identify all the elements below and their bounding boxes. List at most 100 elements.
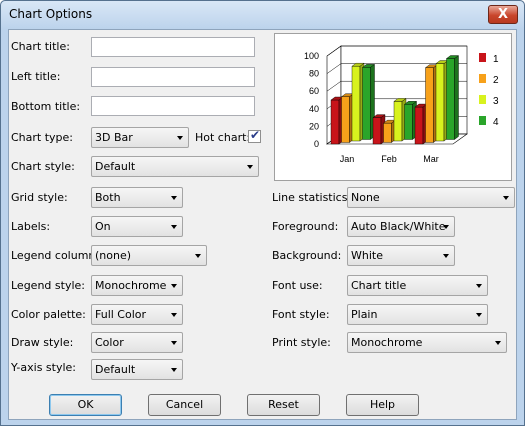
hot-chart-checkbox[interactable]: ✔ [248, 128, 261, 143]
checkmark-icon: ✔ [250, 128, 261, 142]
grid-style-label: Grid style: [11, 191, 68, 204]
labels-label: Labels: [11, 220, 51, 233]
foreground-value: Auto Black/White [351, 220, 446, 233]
chevron-down-icon [443, 225, 449, 229]
chart-bar [425, 67, 434, 143]
chart-type-label: Chart type: [11, 131, 74, 144]
labels-select[interactable]: On [91, 216, 183, 237]
chart-type-value: 3D Bar [95, 131, 133, 144]
close-icon: X [497, 7, 509, 22]
line-statistics-select[interactable]: None [347, 187, 515, 208]
color-palette-select[interactable]: Full Color [91, 304, 183, 325]
title-bar[interactable]: Chart Options X [1, 1, 524, 29]
chart-y-tick-label: 60 [309, 86, 319, 96]
color-palette-label: Color palette: [11, 308, 86, 321]
chart-legend-swatch [479, 53, 486, 62]
chart-legend-label: 1 [493, 54, 499, 65]
chart-x-tick-label: Jan [340, 154, 355, 164]
chart-y-tick-label: 80 [309, 69, 319, 79]
font-use-value: Chart title [351, 279, 407, 292]
chart-bar [351, 66, 361, 142]
chevron-down-icon [171, 225, 177, 229]
foreground-select[interactable]: Auto Black/White [347, 216, 455, 237]
background-value: White [351, 249, 383, 262]
chart-y-tick-label: 20 [309, 121, 319, 131]
y-axis-style-label: Y-axis style: [11, 361, 77, 374]
legend-style-value: Monochrome [95, 279, 167, 292]
chart-y-tick-label: 100 [304, 51, 319, 61]
font-style-select[interactable]: Plain [347, 304, 488, 325]
dialog-body: Chart title: Left title: Bottom title: C… [8, 29, 517, 420]
chart-y-tick-label: 0 [314, 139, 319, 149]
grid-style-select[interactable]: Both [91, 187, 183, 208]
chevron-down-icon [171, 313, 177, 317]
chart-bar-side [454, 55, 459, 140]
chevron-down-icon [177, 136, 183, 140]
y-axis-style-value: Default [95, 363, 136, 376]
chart-title-label: Chart title: [11, 40, 70, 53]
bottom-title-label: Bottom title: [11, 100, 81, 113]
chevron-down-icon [495, 341, 501, 345]
chevron-down-icon [247, 165, 253, 169]
draw-style-select[interactable]: Color [91, 332, 183, 353]
chart-style-select[interactable]: Default [91, 156, 259, 177]
font-style-value: Plain [351, 308, 378, 321]
chevron-down-icon [476, 284, 482, 288]
chart-title-input[interactable] [91, 37, 255, 57]
legend-style-select[interactable]: Monochrome [91, 275, 183, 296]
font-use-label: Font use: [272, 279, 323, 292]
draw-style-value: Color [95, 336, 124, 349]
chart-bar [393, 101, 403, 142]
background-select[interactable]: White [347, 245, 455, 266]
line-statistics-value: None [351, 191, 380, 204]
chart-legend-swatch [479, 95, 486, 104]
chart-bar [372, 117, 382, 145]
font-use-select[interactable]: Chart title [347, 275, 488, 296]
chart-style-value: Default [95, 160, 136, 173]
chart-x-tick-label: Feb [381, 154, 397, 164]
chart-options-dialog: Chart Options X Chart title: Left title:… [0, 0, 525, 426]
chevron-down-icon [171, 196, 177, 200]
chart-style-label: Chart style: [11, 160, 75, 173]
chart-legend-swatch [479, 116, 486, 125]
chart-x-tick-label: Mar [423, 154, 439, 164]
left-title-input[interactable] [91, 67, 255, 87]
chart-legend-label: 3 [493, 96, 499, 107]
print-style-value: Monochrome [351, 336, 423, 349]
help-button[interactable]: Help [346, 394, 419, 416]
legend-column-select[interactable]: (none) [91, 245, 207, 266]
chart-bar [341, 96, 350, 143]
left-title-label: Left title: [11, 70, 61, 83]
chart-y-tick-label: 40 [309, 104, 319, 114]
chart-bar [414, 106, 424, 145]
chart-preview: 100 80 60 40 20 0 Jan Feb Mar 1 2 3 4 [274, 33, 512, 181]
chart-bar [446, 58, 455, 140]
legend-column-label: Legend column: [11, 249, 100, 262]
chevron-down-icon [171, 284, 177, 288]
chevron-down-icon [476, 313, 482, 317]
color-palette-value: Full Color [95, 308, 147, 321]
print-style-select[interactable]: Monochrome [347, 332, 507, 353]
close-button[interactable]: X [488, 5, 518, 24]
legend-style-label: Legend style: [11, 279, 85, 292]
chart-legend-label: 4 [493, 117, 499, 128]
reset-button[interactable]: Reset [247, 394, 320, 416]
bottom-title-input[interactable] [91, 96, 255, 116]
ok-button[interactable]: OK [49, 394, 122, 416]
foreground-label: Foreground: [272, 220, 339, 233]
chevron-down-icon [443, 254, 449, 258]
chart-bar [383, 122, 392, 143]
chart-legend-swatch [479, 74, 486, 83]
line-statistics-label: Line statistics: [272, 191, 352, 204]
y-axis-style-select[interactable]: Default [91, 359, 183, 380]
grid-style-value: Both [95, 191, 121, 204]
window-title: Chart Options [9, 7, 93, 21]
chart-bar [362, 67, 371, 140]
chart-type-select[interactable]: 3D Bar [91, 127, 189, 148]
cancel-button[interactable]: Cancel [148, 394, 221, 416]
hot-chart-label: Hot chart: [195, 131, 251, 144]
draw-style-label: Draw style: [11, 336, 74, 349]
chart-svg: 100 80 60 40 20 0 Jan Feb Mar 1 2 3 4 [304, 45, 499, 164]
chart-legend-label: 2 [493, 75, 499, 86]
chevron-down-icon [171, 341, 177, 345]
